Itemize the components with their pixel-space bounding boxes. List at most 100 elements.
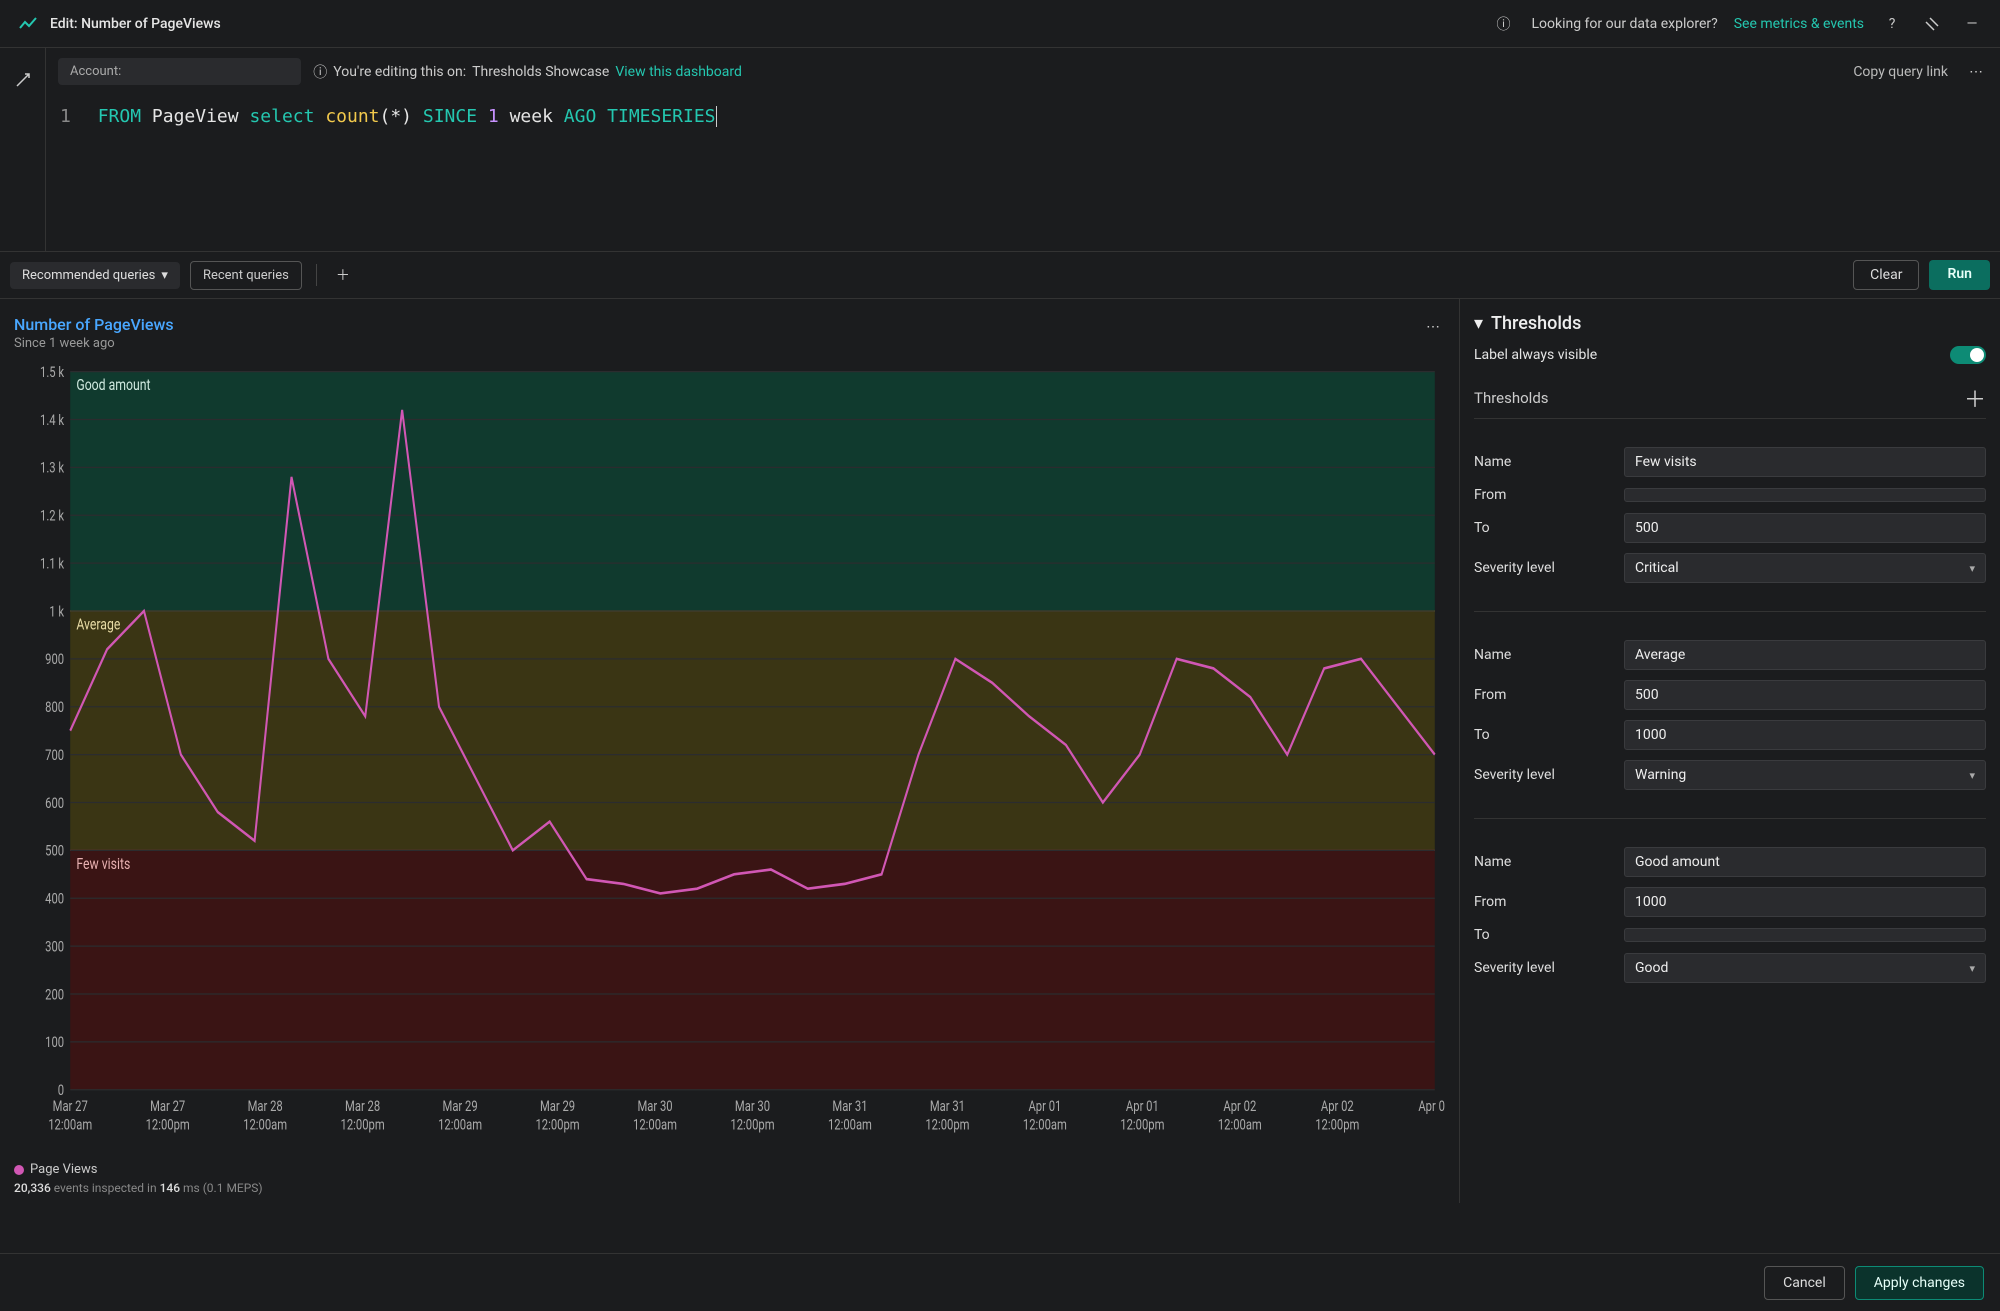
query-toolbar: Recommended queries ▾ Recent queries ＋ C… (0, 252, 2000, 299)
svg-text:Mar 30: Mar 30 (735, 1099, 770, 1116)
threshold-block: NameFew visitsFromTo500Severity levelCri… (1474, 418, 1986, 611)
help-icon[interactable]: ? (1880, 12, 1904, 36)
svg-text:1.1 k: 1.1 k (40, 556, 64, 573)
svg-text:Mar 31: Mar 31 (930, 1099, 965, 1116)
chart-canvas: 01002003004005006007008009001 k1.1 k1.2 … (14, 361, 1445, 1156)
svg-text:Mar 27: Mar 27 (53, 1099, 88, 1116)
svg-text:Apr 01: Apr 01 (1126, 1099, 1159, 1116)
chart-more-icon[interactable]: ⋯ (1421, 315, 1445, 339)
field-label: To (1474, 727, 1624, 743)
chart-title: Number of PageViews (14, 315, 174, 334)
svg-text:12:00pm: 12:00pm (536, 1117, 580, 1134)
svg-text:500: 500 (45, 843, 64, 860)
field-label: Name (1474, 454, 1624, 470)
apply-changes-button[interactable]: Apply changes (1855, 1266, 1984, 1300)
threshold-block: NameGood amount From1000To Severity levelG… (1474, 818, 1986, 1011)
threshold-to-input[interactable]: 1000 (1624, 720, 1986, 750)
label-visible-toggle[interactable] (1950, 346, 1986, 364)
threshold-to-input[interactable]: 500 (1624, 513, 1986, 543)
query-area: Account: ⓘ You're editing this on: Thres… (0, 48, 2000, 252)
svg-text:Mar 28: Mar 28 (345, 1099, 380, 1116)
svg-text:12:00pm: 12:00pm (341, 1117, 385, 1134)
add-threshold-icon[interactable]: ＋ (1964, 382, 1986, 414)
svg-text:12:00am: 12:00am (828, 1117, 872, 1134)
recommended-queries-dropdown[interactable]: Recommended queries ▾ (10, 262, 180, 289)
field-label: Name (1474, 854, 1624, 870)
svg-text:12:00pm: 12:00pm (146, 1117, 190, 1134)
svg-text:Average: Average (76, 616, 120, 634)
recent-queries-button[interactable]: Recent queries (190, 261, 302, 290)
svg-text:12:00pm: 12:00pm (730, 1117, 774, 1134)
svg-text:Apr 02: Apr 02 (1223, 1099, 1256, 1116)
collapse-icon[interactable] (1920, 12, 1944, 36)
query-editor[interactable]: 1 FROM PageView select count(*) SINCE 1 … (46, 95, 2000, 251)
explorer-link[interactable]: See metrics & events (1734, 16, 1864, 32)
field-label: To (1474, 927, 1624, 943)
threshold-from-input[interactable]: 1000 (1624, 887, 1986, 917)
field-label: From (1474, 687, 1624, 703)
view-dashboard-link[interactable]: View this dashboard (615, 64, 742, 80)
svg-text:Mar 29: Mar 29 (443, 1099, 478, 1116)
copy-query-link[interactable]: Copy query link (1853, 64, 1948, 80)
field-label: From (1474, 894, 1624, 910)
cancel-button[interactable]: Cancel (1764, 1266, 1845, 1300)
svg-text:300: 300 (45, 939, 64, 956)
editing-context-target: Thresholds Showcase (472, 64, 609, 80)
panel-header: Thresholds (1491, 313, 1581, 334)
svg-text:Apr 03: Apr 03 (1418, 1099, 1445, 1116)
account-label: Account: (70, 64, 121, 79)
topbar: Edit: Number of PageViews ⓘ Looking for … (0, 0, 2000, 48)
svg-text:12:00am: 12:00am (243, 1117, 287, 1134)
account-selector[interactable]: Account: (58, 58, 301, 85)
svg-text:1.3 k: 1.3 k (40, 460, 64, 477)
editing-context-prefix: You're editing this on: (333, 64, 466, 80)
explorer-prompt: Looking for our data explorer? (1531, 16, 1717, 32)
svg-text:Few visits: Few visits (76, 855, 130, 873)
field-label: To (1474, 520, 1624, 536)
page-title: Edit: Number of PageViews (50, 16, 221, 32)
threshold-from-input[interactable] (1624, 488, 1986, 502)
threshold-severity-select[interactable]: Critical▾ (1624, 553, 1986, 583)
svg-text:1 k: 1 k (49, 604, 64, 621)
svg-text:200: 200 (45, 987, 64, 1004)
field-label: Severity level (1474, 767, 1624, 783)
field-label: Name (1474, 647, 1624, 663)
clear-button[interactable]: Clear (1853, 260, 1919, 290)
svg-text:0: 0 (58, 1083, 64, 1100)
chevron-down-icon[interactable]: ▾ (1474, 313, 1483, 334)
inspect-status: 20,336 events inspected in 146 ms (0.1 M… (14, 1181, 1445, 1195)
svg-text:1.2 k: 1.2 k (40, 508, 64, 525)
svg-text:12:00pm: 12:00pm (1120, 1117, 1164, 1134)
threshold-name-input[interactable]: Average (1624, 640, 1986, 670)
thresholds-subheader: Thresholds (1474, 389, 1549, 407)
more-icon[interactable]: ⋯ (1964, 60, 1988, 84)
field-label: Severity level (1474, 960, 1624, 976)
info-icon: ⓘ (313, 62, 327, 82)
svg-text:12:00am: 12:00am (438, 1117, 482, 1134)
magic-icon[interactable] (11, 68, 35, 92)
legend-dot-icon (14, 1165, 24, 1175)
threshold-to-input[interactable] (1624, 928, 1986, 942)
bottombar: Cancel Apply changes (0, 1253, 2000, 1311)
field-label: From (1474, 487, 1624, 503)
threshold-name-input[interactable]: Few visits (1624, 447, 1986, 477)
svg-text:12:00am: 12:00am (633, 1117, 677, 1134)
chevron-down-icon: ▾ (161, 268, 168, 283)
svg-text:12:00pm: 12:00pm (925, 1117, 969, 1134)
add-icon[interactable]: ＋ (331, 263, 355, 287)
svg-text:1.4 k: 1.4 k (40, 412, 64, 429)
legend-label: Page Views (30, 1162, 97, 1177)
threshold-severity-select[interactable]: Good▾ (1624, 953, 1986, 983)
chevron-down-icon: ▾ (1969, 769, 1975, 782)
run-button[interactable]: Run (1929, 260, 1990, 290)
threshold-block: NameAverage From500 To1000 Severity levelWa… (1474, 611, 1986, 818)
threshold-name-input[interactable]: Good amount (1624, 847, 1986, 877)
minimize-icon[interactable]: — (1960, 12, 1984, 36)
threshold-from-input[interactable]: 500 (1624, 680, 1986, 710)
threshold-severity-select[interactable]: Warning▾ (1624, 760, 1986, 790)
svg-text:12:00pm: 12:00pm (1315, 1117, 1359, 1134)
svg-text:800: 800 (45, 700, 64, 717)
info-icon: ⓘ (1491, 12, 1515, 36)
svg-text:700: 700 (45, 748, 64, 765)
svg-text:Mar 29: Mar 29 (540, 1099, 575, 1116)
